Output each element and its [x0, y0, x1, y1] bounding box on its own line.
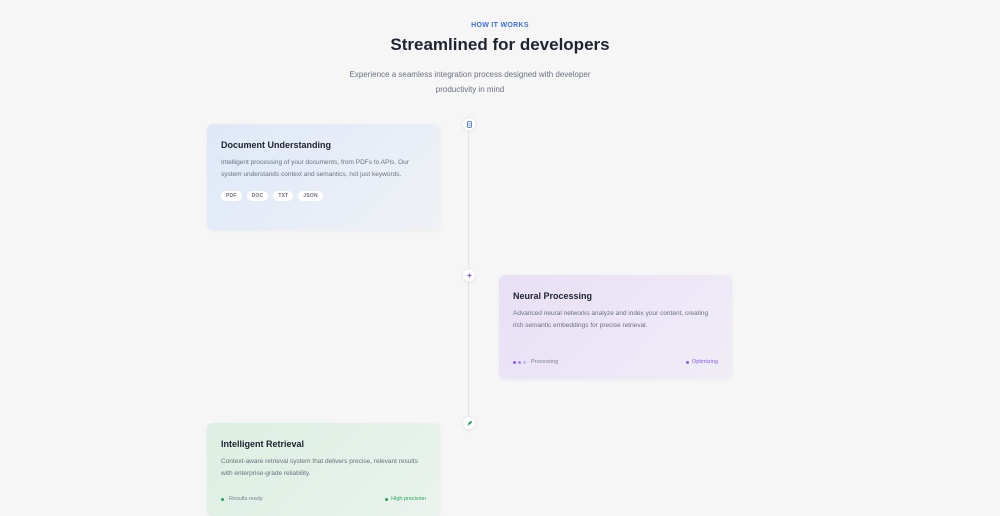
- card-title: Neural Processing: [513, 291, 593, 301]
- status-label: Optimizing: [692, 359, 718, 365]
- tag-pdf: PDF: [221, 191, 242, 201]
- tag-json: JSON: [298, 191, 323, 201]
- status-row: Results ready High precision: [221, 496, 426, 502]
- eyebrow-label: HOW IT WORKS: [471, 22, 529, 29]
- tag-doc: DOC: [246, 191, 269, 201]
- sparkle-icon: [466, 266, 473, 284]
- timeline-node-neural: [462, 268, 476, 282]
- status-label: Results ready: [229, 496, 263, 502]
- optimizing-status: Optimizing: [686, 359, 718, 365]
- status-row: Processing Optimizing: [513, 359, 718, 365]
- precision-status: High precision: [385, 496, 426, 502]
- card-title: Intelligent Retrieval: [221, 439, 305, 449]
- status-dot-icon: [221, 497, 224, 501]
- status-label: High precision: [391, 496, 426, 502]
- step-card-neural-processing: Neural Processing Advanced neural networ…: [499, 275, 732, 379]
- status-label: Processing: [531, 359, 559, 365]
- timeline-node-document: [462, 117, 476, 131]
- tag-txt: TXT: [273, 191, 294, 201]
- progress-dots-icon: [513, 360, 526, 364]
- card-title: Document Understanding: [221, 140, 332, 150]
- section-title: Streamlined for developers: [390, 35, 610, 54]
- card-description: Intelligent processing of your documents…: [221, 159, 409, 178]
- document-icon: [466, 115, 473, 133]
- results-status: Results ready: [221, 496, 263, 502]
- step-card-intelligent-retrieval: Intelligent Retrieval Context-aware retr…: [207, 423, 440, 516]
- status-dot-icon: [686, 360, 690, 364]
- rocket-icon: [466, 414, 473, 432]
- card-description: Context-aware retrieval system that deli…: [221, 458, 418, 477]
- section-subtitle: Experience a seamless integration proces…: [349, 70, 591, 94]
- step-card-document-understanding: Document Understanding Intelligent proce…: [207, 124, 440, 230]
- format-tags: PDF DOC TXT JSON: [221, 191, 426, 201]
- processing-status: Processing: [513, 359, 558, 365]
- card-description: Advanced neural networks analyze and ind…: [513, 310, 709, 329]
- timeline-node-retrieval: [462, 416, 476, 430]
- status-dot-icon: [385, 497, 389, 501]
